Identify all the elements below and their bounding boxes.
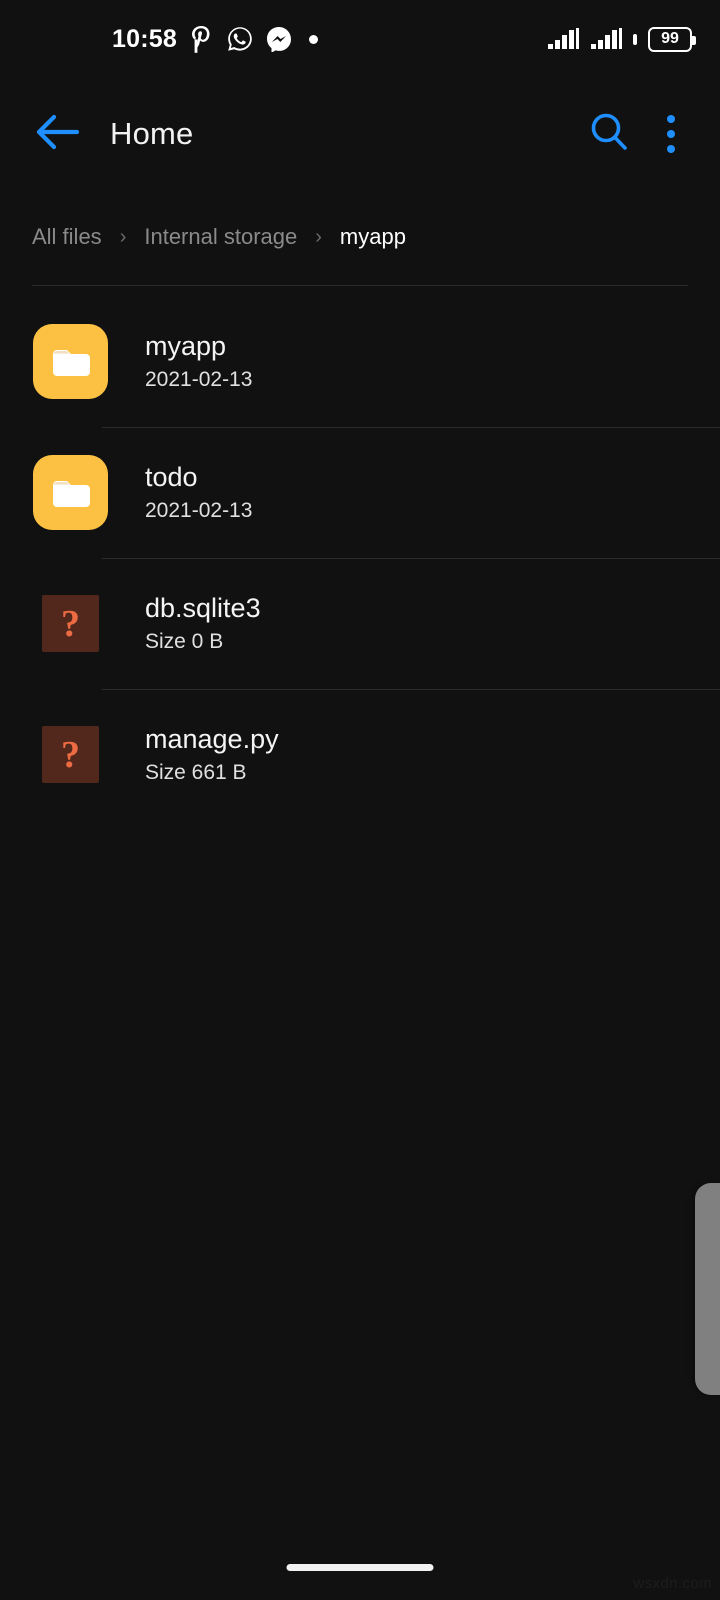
list-item-meta: Size 0 B: [145, 629, 224, 653]
watermark: wsxdn.com: [633, 1575, 712, 1592]
signal-bars-sim2-icon: [590, 26, 624, 52]
scrollbar-handle[interactable]: [695, 1183, 720, 1395]
overflow-menu-icon: [667, 115, 675, 153]
list-item-meta: 2021-02-13: [145, 367, 253, 391]
pinterest-icon: [190, 25, 214, 53]
file-list: myapp 2021-02-13 todo 2021-02-13 ? db.sq…: [0, 296, 720, 820]
app-bar: Home: [0, 96, 720, 172]
page-title: Home: [110, 116, 194, 151]
notification-dot-icon: [308, 34, 318, 44]
list-item-text: myapp 2021-02-13: [145, 332, 252, 390]
unknown-file-icon: ?: [42, 595, 99, 652]
breadcrumb-separator-icon: ›: [119, 225, 127, 248]
list-item[interactable]: ? db.sqlite3 Size 0 B: [0, 558, 720, 689]
battery-icon: 99: [648, 26, 696, 52]
search-icon: [588, 111, 630, 158]
status-bar: 10:58 99: [0, 0, 720, 78]
status-bar-clock: 10:58: [112, 24, 177, 53]
signal-bars-sim1-icon: [547, 26, 581, 52]
whatsapp-icon: [227, 26, 253, 52]
folder-icon: [33, 324, 108, 399]
list-item-icon-wrap: [33, 324, 109, 399]
breadcrumb-item-internal-storage[interactable]: Internal storage: [144, 224, 297, 250]
status-bar-left: 10:58: [0, 25, 318, 54]
list-item-icon-wrap: ?: [33, 726, 109, 783]
breadcrumb-item-myapp[interactable]: myapp: [340, 224, 406, 250]
back-arrow-icon: [36, 114, 80, 155]
overflow-menu-button[interactable]: [644, 99, 698, 169]
unknown-file-icon: ?: [42, 726, 99, 783]
list-item-name: myapp: [145, 331, 227, 362]
list-item-name: manage.py: [145, 724, 279, 755]
list-item-text: todo 2021-02-13: [145, 463, 252, 521]
breadcrumb-divider: [32, 285, 688, 286]
breadcrumb-item-all-files[interactable]: All files: [32, 224, 102, 250]
status-bar-right: 99: [547, 26, 696, 52]
list-item-meta: Size 661 B: [145, 760, 247, 784]
search-button[interactable]: [574, 99, 644, 169]
list-item-text: db.sqlite3 Size 0 B: [145, 594, 261, 652]
home-gesture-indicator[interactable]: [286, 1564, 434, 1571]
list-item[interactable]: myapp 2021-02-13: [0, 296, 720, 427]
battery-charge-dot-icon: [633, 33, 637, 45]
list-item[interactable]: ? manage.py Size 661 B: [0, 689, 720, 820]
breadcrumb: All files › Internal storage › myapp: [0, 214, 720, 260]
list-item-name: db.sqlite3: [145, 593, 261, 624]
list-item-icon-wrap: [33, 455, 109, 530]
breadcrumb-separator-icon: ›: [315, 225, 322, 248]
list-item-name: todo: [145, 462, 198, 493]
list-item-text: manage.py Size 661 B: [145, 725, 279, 783]
messenger-icon: [266, 26, 292, 52]
battery-level-label: 99: [661, 30, 679, 47]
back-button[interactable]: [22, 98, 94, 170]
folder-icon: [33, 455, 108, 530]
list-item-icon-wrap: ?: [33, 595, 109, 652]
list-item-meta: 2021-02-13: [145, 498, 253, 522]
list-item[interactable]: todo 2021-02-13: [0, 427, 720, 558]
